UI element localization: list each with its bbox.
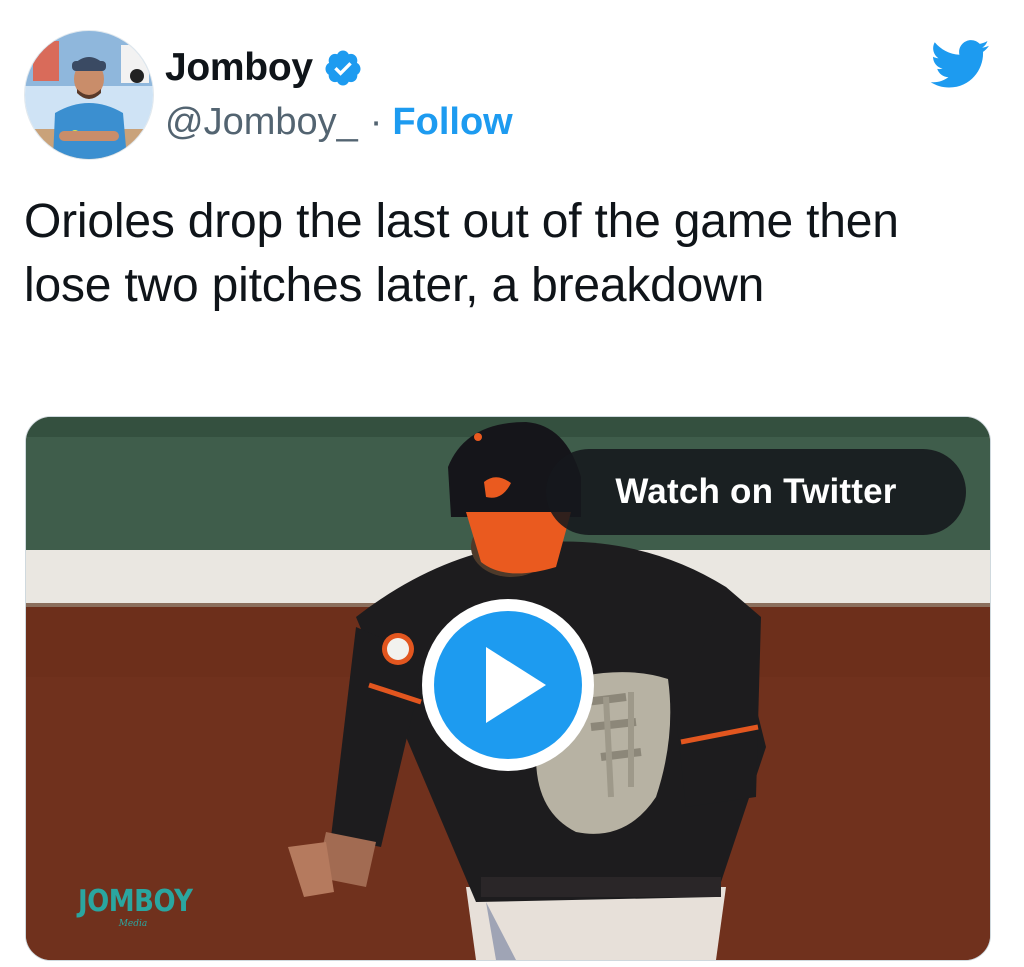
handle-separator: ·	[369, 100, 383, 143]
avatar-photo	[25, 31, 153, 159]
author-handle[interactable]: @Jomboy_	[165, 101, 358, 144]
author-avatar[interactable]	[24, 30, 154, 160]
watch-on-twitter-button[interactable]: Watch on Twitter	[546, 449, 966, 535]
author-handle-row: @Jomboy_ · Follow	[165, 98, 513, 146]
watermark-subtext: Media	[118, 919, 148, 929]
video-player[interactable]: Watch on Twitter JOMBOY Media	[25, 416, 991, 961]
watermark-text: JOMBOY	[78, 884, 193, 920]
verified-badge-icon	[325, 50, 361, 86]
author-name-row: Jomboy	[165, 42, 363, 94]
author-display-name[interactable]: Jomboy	[165, 46, 313, 90]
tweet-text: Orioles drop the last out of the game th…	[24, 195, 899, 312]
twitter-bird-icon[interactable]	[928, 38, 990, 90]
jomboy-media-watermark: JOMBOY Media	[78, 884, 193, 929]
tweet-card: Jomboy @Jomboy_ · Follow Orioles drop th…	[0, 0, 1024, 967]
play-icon[interactable]	[418, 595, 598, 775]
follow-button[interactable]: Follow	[392, 101, 512, 144]
